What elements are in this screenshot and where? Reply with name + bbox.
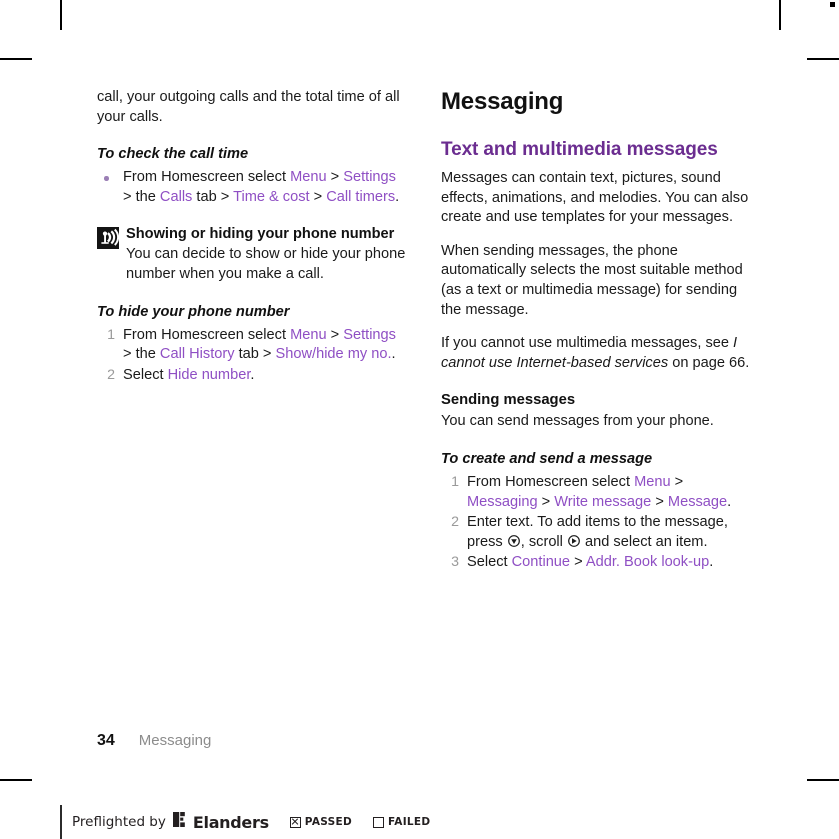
plain-text: > the [123, 188, 160, 205]
menu-path-link: Show/hide my no. [275, 346, 392, 363]
note-body: You can decide to show or hide your phon… [126, 246, 406, 282]
section-paragraph-1: Messages can contain text, pictures, sou… [441, 170, 749, 226]
list-item: 2 Select Hide number. [97, 366, 407, 386]
section-paragraph-2: When sending messages, the phone automat… [441, 242, 743, 318]
plain-text: . [250, 366, 255, 383]
plain-text: . [391, 346, 396, 363]
step-text: From Homescreen select Menu > Settings >… [123, 169, 399, 205]
plain-text: . [395, 188, 400, 205]
list-item: 2 Enter text. To add items to the message… [441, 513, 751, 552]
step-list-create-send-message: 1 From Homescreen select Menu > Messaging… [441, 473, 751, 573]
procedure-heading-create-send-message: To create and send a message [441, 450, 653, 467]
menu-path-link: Menu [634, 473, 671, 490]
menu-path-link: Calls [159, 188, 193, 205]
plain-text: > the [123, 346, 160, 363]
preflight-passed-stamp: PASSED [289, 816, 352, 828]
menu-path-link: Continue [511, 554, 571, 571]
step-number: 2 [451, 514, 459, 531]
plain-text: tab > [192, 188, 234, 205]
plain-text: , scroll [520, 533, 567, 550]
nav-key-right-icon [568, 534, 580, 548]
two-column-layout: call, your outgoing calls and the total … [97, 88, 752, 574]
plain-text: > [326, 169, 344, 186]
list-item: 1 From Homescreen select Menu > Settings … [97, 326, 407, 365]
cross-reference-tail: on page 66. [668, 354, 750, 371]
failed-label: FAILED [388, 816, 431, 828]
procedure-heading-hide-phone-number: To hide your phone number [97, 303, 290, 320]
plain-text: tab > [234, 346, 276, 363]
menu-path-link: Call timers [326, 188, 396, 205]
plain-text: From Homescreen select [467, 473, 635, 490]
plain-text: From Homescreen select [123, 326, 291, 343]
list-item: 3 Select Continue > Addr. Book look-up. [441, 553, 751, 573]
step-number: 3 [451, 554, 459, 571]
cross-reference-lead-in: If you cannot use multimedia messages, s… [441, 335, 734, 352]
plain-text: > [326, 326, 344, 343]
step-number: 2 [107, 366, 115, 383]
menu-path-link: Call History [159, 346, 235, 363]
list-item: 1 From Homescreen select Menu > Messaging… [441, 473, 751, 512]
elanders-logo-icon [172, 812, 186, 832]
continued-paragraph: call, your outgoing calls and the total … [97, 89, 400, 125]
plain-text: > [651, 493, 668, 510]
signal-broadcast-icon [97, 227, 119, 250]
plain-text: . [709, 554, 714, 571]
menu-path-link: Messaging [467, 493, 538, 510]
right-column: Messaging Text and multimedia messages M… [441, 88, 751, 574]
failed-checkbox-icon [373, 816, 384, 828]
passed-label: PASSED [304, 816, 352, 828]
plain-text: and select an item. [580, 533, 708, 550]
step-text: From Homescreen select Menu > Messaging … [467, 474, 731, 510]
step-text: Select Continue > Addr. Book look-up. [467, 554, 713, 570]
menu-path-link: Settings [343, 326, 396, 343]
sub-section-body: You can send messages from your phone. [441, 413, 714, 430]
plain-text: From Homescreen select [123, 169, 291, 186]
bullet-list-check-call-time: From Homescreen select Menu > Settings >… [97, 168, 407, 207]
plain-text: . [727, 493, 732, 510]
elanders-brand-name: Elanders [192, 812, 269, 832]
cross-reference-paragraph: If you cannot use multimedia messages, s… [441, 334, 751, 373]
procedure-heading-check-call-time: To check the call time [97, 146, 249, 163]
plain-text: > [570, 554, 586, 571]
note-box-phone-number: Showing or hiding your phone number You … [97, 225, 407, 284]
step-text: From Homescreen select Menu > Settings >… [123, 327, 396, 363]
page-footer: 34 Messaging [97, 732, 211, 750]
step-text: Enter text. To add items to the message,… [467, 514, 728, 550]
chapter-title: Messaging [441, 88, 564, 115]
plain-text: > [309, 188, 327, 205]
plain-text: > [537, 493, 555, 510]
note-heading: Showing or hiding your phone number [126, 226, 395, 243]
menu-path-link: Message [667, 493, 728, 510]
menu-path-link: Write message [554, 493, 652, 510]
step-list-hide-phone-number: 1 From Homescreen select Menu > Settings … [97, 326, 407, 386]
manual-page: call, your outgoing calls and the total … [0, 0, 839, 790]
section-title: Text and multimedia messages [441, 139, 718, 160]
preflight-divider [60, 805, 62, 839]
plain-text: Select [467, 554, 512, 571]
step-text: Select Hide number. [123, 367, 254, 383]
list-item: From Homescreen select Menu > Settings >… [97, 168, 407, 207]
menu-path-link: Time & cost [233, 188, 310, 205]
step-number: 1 [451, 473, 459, 490]
nav-key-down-icon [507, 534, 520, 548]
menu-path-link: Addr. Book look-up [585, 554, 710, 571]
page-number: 34 [97, 732, 115, 749]
plain-text: Select [123, 366, 168, 383]
menu-path-link: Settings [343, 169, 396, 186]
preflight-bar: Preflighted by Elanders PASSED FAILED [72, 812, 430, 832]
passed-checkbox-icon [289, 816, 301, 828]
step-number: 1 [107, 326, 115, 343]
left-column: call, your outgoing calls and the total … [97, 88, 407, 574]
preflight-failed-stamp: FAILED [373, 816, 430, 828]
sub-section-title-sending-messages: Sending messages [441, 392, 576, 409]
bullet-dot-icon [104, 176, 109, 181]
plain-text: > [670, 473, 684, 490]
menu-path-link: Menu [290, 326, 327, 343]
menu-path-link: Hide number [167, 366, 251, 383]
running-head: Messaging [138, 732, 212, 749]
preflight-label: Preflighted by [72, 814, 166, 830]
menu-path-link: Menu [290, 169, 327, 186]
